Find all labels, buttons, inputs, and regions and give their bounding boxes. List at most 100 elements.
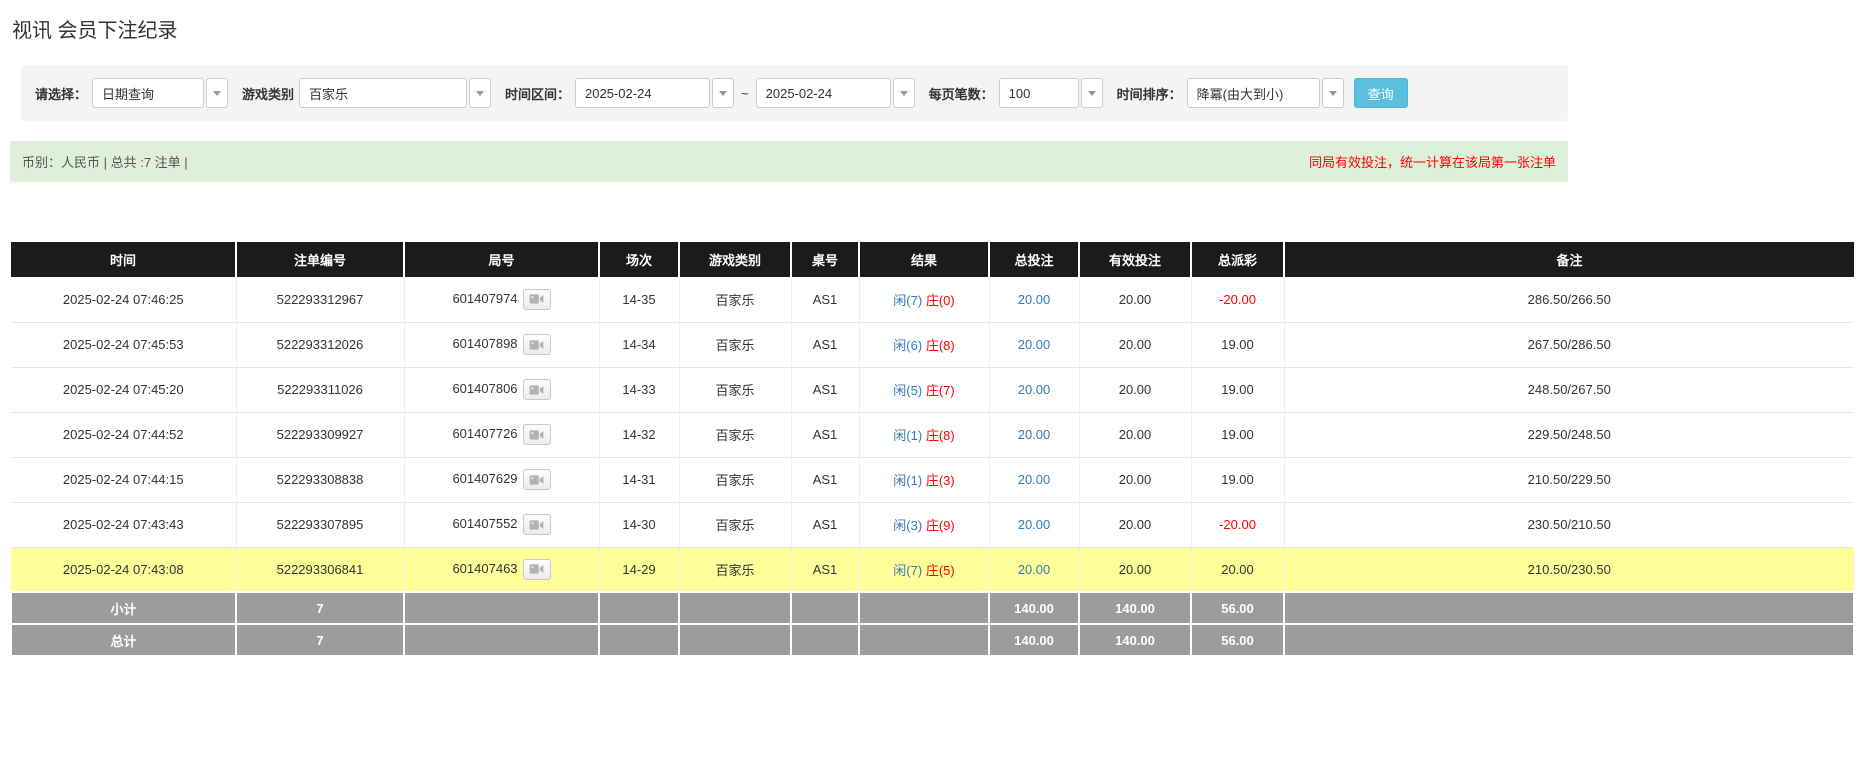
video-replay-icon[interactable] — [523, 559, 551, 580]
search-button[interactable]: 查询 — [1354, 78, 1408, 108]
bet-records-table: 时间注单编号局号场次游戏类别桌号结果总投注有效投注总派彩备注 2025-02-2… — [10, 242, 1855, 657]
sort-select[interactable]: 降冪(由大到小) — [1187, 78, 1344, 108]
video-replay-icon[interactable] — [523, 424, 551, 445]
summary-payout: 56.00 — [1191, 624, 1284, 656]
time-range-separator: ~ — [741, 86, 749, 101]
query-type-select[interactable]: 日期查询 — [92, 78, 228, 108]
result-player: 闲(3) — [893, 518, 922, 533]
game-type-select[interactable]: 百家乐 — [299, 78, 491, 108]
game-type-value[interactable]: 百家乐 — [299, 78, 467, 108]
chevron-down-icon[interactable] — [893, 78, 915, 108]
round-number: 601407974 — [452, 291, 517, 306]
date-from-input[interactable]: 2025-02-24 — [575, 78, 734, 108]
summary-valid-bet: 140.00 — [1079, 624, 1191, 656]
cell-total-bet: 20.00 — [989, 367, 1079, 412]
cell-table-no: AS1 — [791, 502, 859, 547]
cell-bet-id: 522293306841 — [236, 547, 404, 592]
cell-total-bet: 20.00 — [989, 547, 1079, 592]
cell-valid-bet: 20.00 — [1079, 277, 1191, 322]
cell-valid-bet: 20.00 — [1079, 547, 1191, 592]
cell-result: 闲(7) 庄(0) — [859, 277, 989, 322]
video-camera-icon — [529, 563, 544, 575]
cell-table-no: AS1 — [791, 322, 859, 367]
cell-round-id: 601407806 — [404, 367, 599, 412]
cell-game-type: 百家乐 — [679, 412, 791, 457]
summary-label: 总计 — [11, 624, 236, 656]
table-row: 2025-02-24 07:43:43522293307895601407552… — [11, 502, 1854, 547]
cell-table-no: AS1 — [791, 277, 859, 322]
cell-remark: 248.50/267.50 — [1284, 367, 1854, 412]
total-bet-link[interactable]: 20.00 — [1018, 517, 1051, 532]
column-header: 注单编号 — [236, 242, 404, 277]
chevron-down-icon[interactable] — [206, 78, 228, 108]
cell-valid-bet: 20.00 — [1079, 502, 1191, 547]
chevron-down-icon — [719, 91, 727, 96]
video-replay-icon[interactable] — [523, 334, 551, 355]
table-row: 2025-02-24 07:43:08522293306841601407463… — [11, 547, 1854, 592]
table-foot: 小计7140.00140.0056.00总计7140.00140.0056.00 — [11, 592, 1854, 656]
total-bet-link[interactable]: 20.00 — [1018, 562, 1051, 577]
cell-session: 14-35 — [599, 277, 679, 322]
cell-total-bet: 20.00 — [989, 412, 1079, 457]
cell-valid-bet: 20.00 — [1079, 322, 1191, 367]
total-bet-link[interactable]: 20.00 — [1018, 427, 1051, 442]
cell-bet-id: 522293312026 — [236, 322, 404, 367]
top-section: 请选择： 日期查询 游戏类别 百家乐 时间区间： 2025-02-24 ~ 20… — [10, 65, 1568, 182]
column-header: 桌号 — [791, 242, 859, 277]
cell-game-type: 百家乐 — [679, 367, 791, 412]
cell-total-bet: 20.00 — [989, 457, 1079, 502]
column-header: 有效投注 — [1079, 242, 1191, 277]
video-camera-icon — [529, 339, 544, 351]
chevron-down-icon[interactable] — [469, 78, 491, 108]
result-banker: 庄(3) — [926, 473, 955, 488]
query-type-value[interactable]: 日期查询 — [92, 78, 204, 108]
cell-result: 闲(7) 庄(5) — [859, 547, 989, 592]
time-range-label: 时间区间： — [505, 84, 570, 103]
video-replay-icon[interactable] — [523, 289, 551, 310]
cell-payout: 20.00 — [1191, 547, 1284, 592]
table-row: 2025-02-24 07:45:20522293311026601407806… — [11, 367, 1854, 412]
page: 视讯 会员下注纪录 请选择： 日期查询 游戏类别 百家乐 时间区间： 2025-… — [0, 0, 1865, 769]
page-size-value[interactable]: 100 — [999, 78, 1079, 108]
chevron-down-icon[interactable] — [1322, 78, 1344, 108]
column-header: 场次 — [599, 242, 679, 277]
video-replay-icon[interactable] — [523, 514, 551, 535]
video-camera-icon — [529, 293, 544, 305]
video-replay-icon[interactable] — [523, 379, 551, 400]
table-row: 2025-02-24 07:44:15522293308838601407629… — [11, 457, 1854, 502]
sort-label: 时间排序： — [1117, 84, 1182, 103]
total-bet-link[interactable]: 20.00 — [1018, 292, 1051, 307]
cell-bet-id: 522293312967 — [236, 277, 404, 322]
total-bet-link[interactable]: 20.00 — [1018, 472, 1051, 487]
cell-valid-bet: 20.00 — [1079, 412, 1191, 457]
total-bet-link[interactable]: 20.00 — [1018, 382, 1051, 397]
cell-time: 2025-02-24 07:43:43 — [11, 502, 236, 547]
cell-time: 2025-02-24 07:45:53 — [11, 322, 236, 367]
total-bet-link[interactable]: 20.00 — [1018, 337, 1051, 352]
cell-result: 闲(5) 庄(7) — [859, 367, 989, 412]
cell-remark: 229.50/248.50 — [1284, 412, 1854, 457]
cell-remark: 286.50/266.50 — [1284, 277, 1854, 322]
game-type-label: 游戏类别 — [242, 84, 294, 103]
chevron-down-icon — [213, 91, 221, 96]
date-to-value[interactable]: 2025-02-24 — [756, 78, 891, 108]
video-replay-icon[interactable] — [523, 469, 551, 490]
date-from-value[interactable]: 2025-02-24 — [575, 78, 710, 108]
cell-result: 闲(6) 庄(8) — [859, 322, 989, 367]
cell-table-no: AS1 — [791, 457, 859, 502]
result-player: 闲(5) — [893, 383, 922, 398]
result-banker: 庄(0) — [926, 293, 955, 308]
page-size-input[interactable]: 100 — [999, 78, 1103, 108]
cell-round-id: 601407726 — [404, 412, 599, 457]
chevron-down-icon[interactable] — [1081, 78, 1103, 108]
date-to-input[interactable]: 2025-02-24 — [756, 78, 915, 108]
column-header: 总投注 — [989, 242, 1079, 277]
cell-remark: 210.50/230.50 — [1284, 547, 1854, 592]
table-header-row: 时间注单编号局号场次游戏类别桌号结果总投注有效投注总派彩备注 — [11, 242, 1854, 277]
video-camera-icon — [529, 474, 544, 486]
sort-value[interactable]: 降冪(由大到小) — [1187, 78, 1320, 108]
result-banker: 庄(8) — [926, 428, 955, 443]
chevron-down-icon[interactable] — [712, 78, 734, 108]
cell-table-no: AS1 — [791, 547, 859, 592]
video-camera-icon — [529, 429, 544, 441]
